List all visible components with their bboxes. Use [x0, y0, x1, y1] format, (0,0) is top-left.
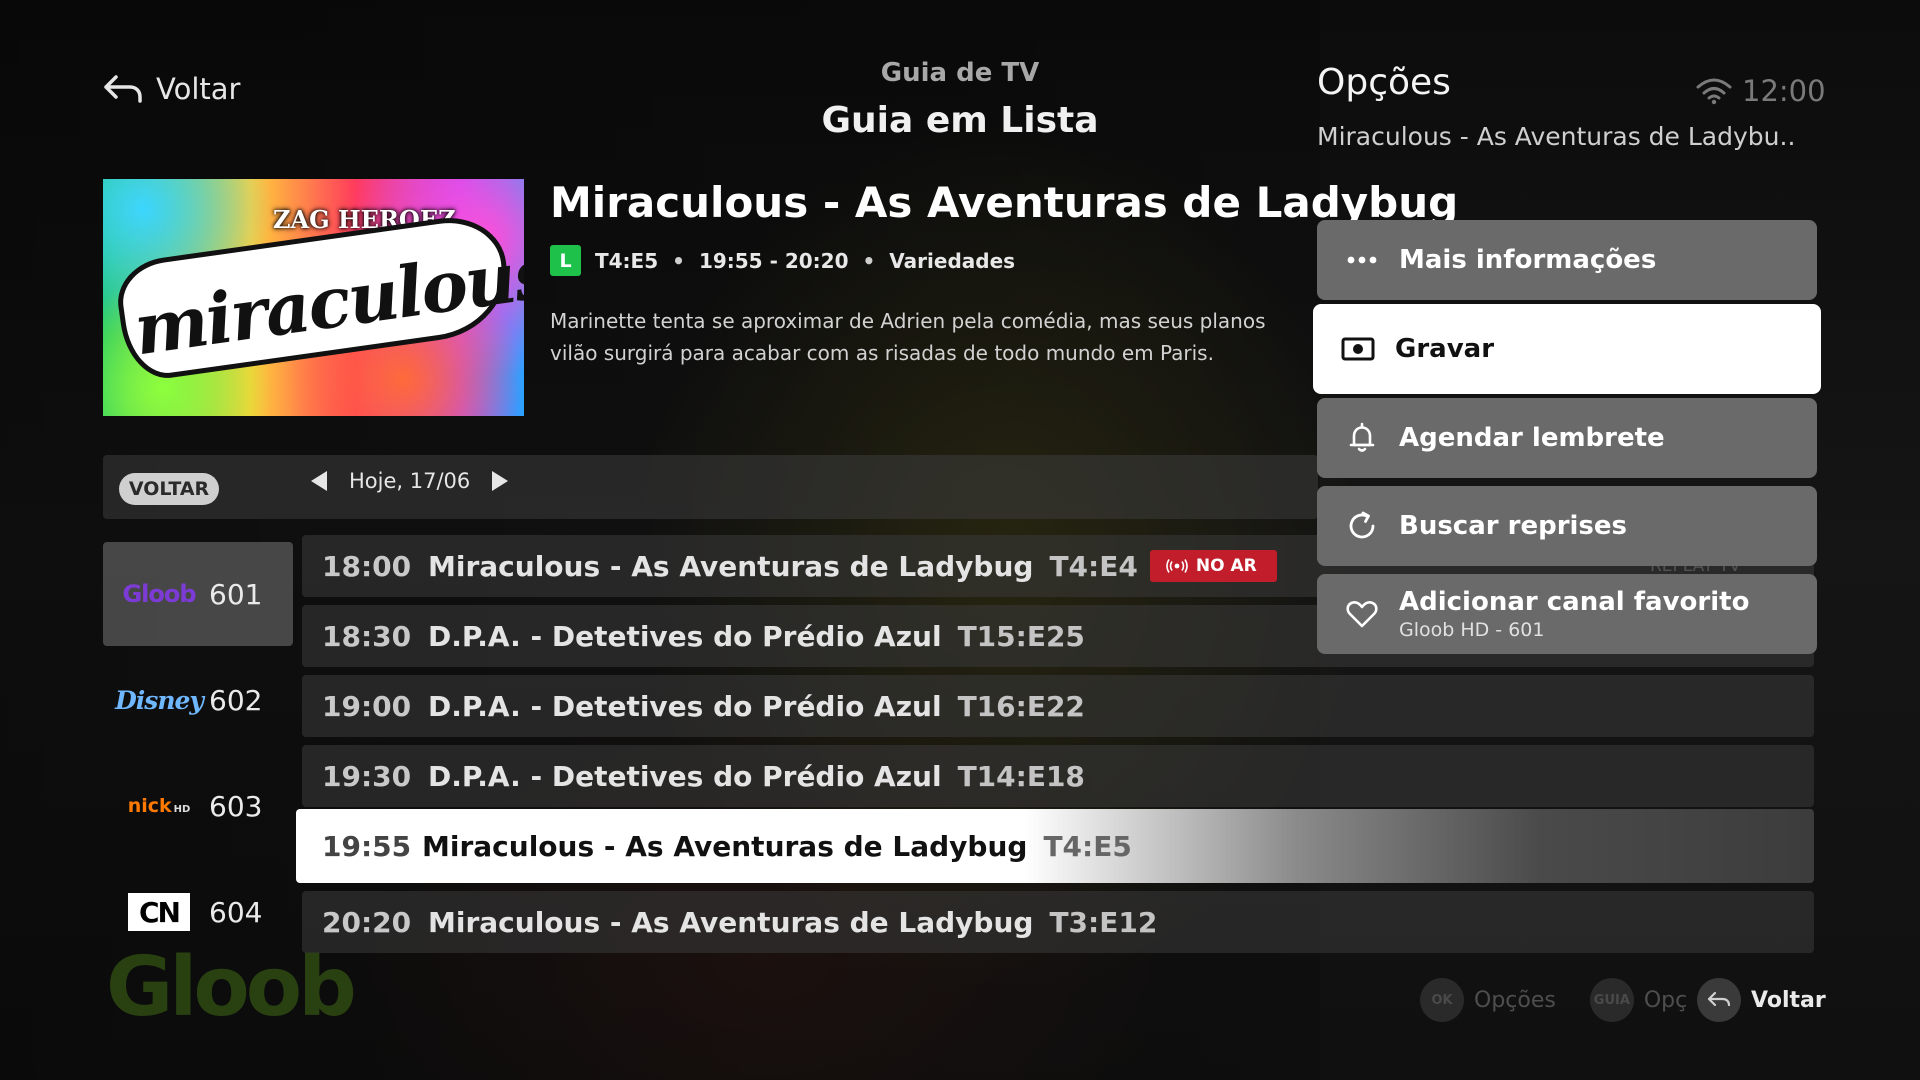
description-line: vilão surgirá para acabar com as risadas… [550, 341, 1214, 365]
program-poster: ZAG HEROEZ miraculous [103, 179, 524, 416]
channel-number: 603 [209, 789, 263, 823]
back-button[interactable]: Voltar [102, 72, 240, 106]
back-label: Voltar [156, 72, 241, 106]
separator-dot: • [862, 248, 876, 273]
description-line: Marinette tenta se aproximar de Adrien p… [550, 309, 1266, 333]
row-title: Miraculous - As Aventuras de Ladybug [428, 549, 1034, 583]
row-episode: T4:E4 [1049, 549, 1138, 583]
row-time: 18:00 [322, 549, 412, 583]
row-time: 19:30 [322, 759, 412, 793]
nick-logo-hd: HD [173, 804, 191, 815]
program-time: 19:55 - 20:20 [698, 248, 849, 273]
options-heading: Opções [1317, 62, 1451, 103]
status-bar: 12:00 [1696, 74, 1826, 108]
ok-hint-label: Opções [1474, 987, 1556, 1013]
channel-number: 602 [209, 683, 263, 717]
bottom-hints: OK Opções GUIA Opç [1420, 978, 1721, 1022]
nick-logo-word: nick [127, 795, 172, 817]
program-description: Marinette tenta se aproximar de Adrien p… [550, 305, 1310, 369]
back-arrow-icon [104, 75, 142, 103]
refresh-icon [1349, 511, 1375, 539]
channel-number: 601 [209, 577, 263, 611]
add-favorite-channel-button[interactable]: Adicionar canal favorito Gloob HD - 601 [1317, 574, 1817, 654]
back-key-icon [1697, 978, 1741, 1022]
option-label: Mais informações [1399, 245, 1657, 275]
option-label-wrap: Adicionar canal favorito Gloob HD - 601 [1399, 587, 1749, 642]
current-date: Hoje, 17/06 [349, 469, 471, 493]
channel-number: 604 [209, 895, 263, 929]
more-info-button[interactable]: Mais informações [1317, 220, 1817, 300]
option-sublabel: Gloob HD - 601 [1399, 618, 1545, 641]
back-arrow-icon [1707, 991, 1731, 1007]
more-dots-icon [1347, 256, 1377, 264]
row-episode: T14:E18 [957, 759, 1085, 793]
option-label: Agendar lembrete [1399, 423, 1665, 453]
cartoon-network-logo: CN [123, 893, 195, 931]
back-hint-label: Voltar [1751, 987, 1826, 1013]
row-title: D.P.A. - Detetives do Prédio Azul [428, 759, 942, 793]
channel-item-602[interactable]: Disney 602 [103, 648, 293, 752]
schedule-row-selected[interactable]: 19:55 Miraculous - As Aventuras de Ladyb… [296, 809, 1814, 883]
row-title: Miraculous - As Aventuras de Ladybug [422, 829, 1028, 863]
row-episode: T16:E22 [957, 689, 1085, 723]
channel-watermark-logo: Gloob [106, 940, 357, 1035]
disney-logo: Disney [115, 683, 204, 717]
row-time: 19:55 [322, 829, 412, 863]
program-episode: T4:E5 [595, 248, 659, 273]
channel-logo-text: Gloob [122, 580, 196, 608]
schedule-reminder-button[interactable]: Agendar lembrete [1317, 398, 1817, 478]
channel-logo-text: CN [128, 893, 190, 931]
prev-day-arrow-icon[interactable] [311, 471, 327, 491]
broadcast-icon [1166, 559, 1188, 573]
row-time: 20:20 [322, 905, 412, 939]
channel-logo-text: Disney [115, 685, 204, 715]
row-title: D.P.A. - Detetives do Prédio Azul [428, 619, 942, 653]
clock: 12:00 [1742, 74, 1826, 108]
schedule-row[interactable]: 19:30 D.P.A. - Detetives do Prédio Azul … [302, 745, 1814, 807]
row-episode: T4:E5 [1043, 829, 1132, 863]
channel-item-601[interactable]: Gloob 601 [103, 542, 293, 646]
guide-key-icon: GUIA [1589, 978, 1634, 1022]
wifi-icon [1696, 78, 1732, 105]
header-subtitle: Guia de TV [880, 58, 1040, 88]
record-icon [1341, 337, 1375, 361]
options-program-name: Miraculous - As Aventuras de Ladybu.. [1317, 122, 1796, 151]
ok-key-icon: OK [1420, 978, 1464, 1022]
page-title: Guia em Lista [821, 100, 1099, 141]
date-bar: VOLTAR Hoje, 17/06 [103, 455, 1318, 519]
heart-icon [1346, 601, 1378, 628]
gloob-logo: Gloob [122, 577, 196, 611]
guide-hint-label: Opç [1643, 987, 1688, 1013]
bell-icon [1349, 422, 1375, 452]
schedule-row[interactable]: 20:20 Miraculous - As Aventuras de Ladyb… [302, 891, 1814, 953]
channel-item-603[interactable]: nick HD 603 [103, 754, 293, 858]
voltar-chip-button[interactable]: VOLTAR [119, 473, 219, 505]
program-meta: L T4:E5 • 19:55 - 20:20 • Variedades [550, 245, 1015, 276]
bottom-back-button[interactable]: Voltar [1697, 978, 1826, 1022]
age-rating-badge: L [550, 245, 581, 276]
option-label: Buscar reprises [1399, 511, 1628, 541]
date-navigator: Hoje, 17/06 [311, 469, 509, 493]
live-badge-label: NO AR [1195, 556, 1257, 576]
separator-dot: • [672, 248, 685, 273]
row-title: D.P.A. - Detetives do Prédio Azul [428, 689, 942, 723]
row-episode: T15:E25 [957, 619, 1085, 653]
row-title: Miraculous - As Aventuras de Ladybug [428, 905, 1034, 939]
record-button[interactable]: Gravar [1313, 304, 1821, 394]
live-badge: NO AR [1149, 550, 1277, 582]
schedule-row[interactable]: 19:00 D.P.A. - Detetives do Prédio Azul … [302, 675, 1814, 737]
option-label: Adicionar canal favorito [1399, 586, 1750, 617]
row-time: 19:00 [322, 689, 412, 723]
option-label: Gravar [1395, 334, 1495, 364]
channel-logo-text: nick HD [128, 795, 191, 817]
next-day-arrow-icon[interactable] [492, 471, 509, 491]
search-reruns-button[interactable]: Buscar reprises [1317, 486, 1817, 566]
program-genre: Variedades [889, 248, 1016, 273]
nick-logo: nick HD [123, 789, 195, 823]
row-time: 18:30 [322, 619, 412, 653]
row-episode: T3:E12 [1049, 905, 1158, 939]
